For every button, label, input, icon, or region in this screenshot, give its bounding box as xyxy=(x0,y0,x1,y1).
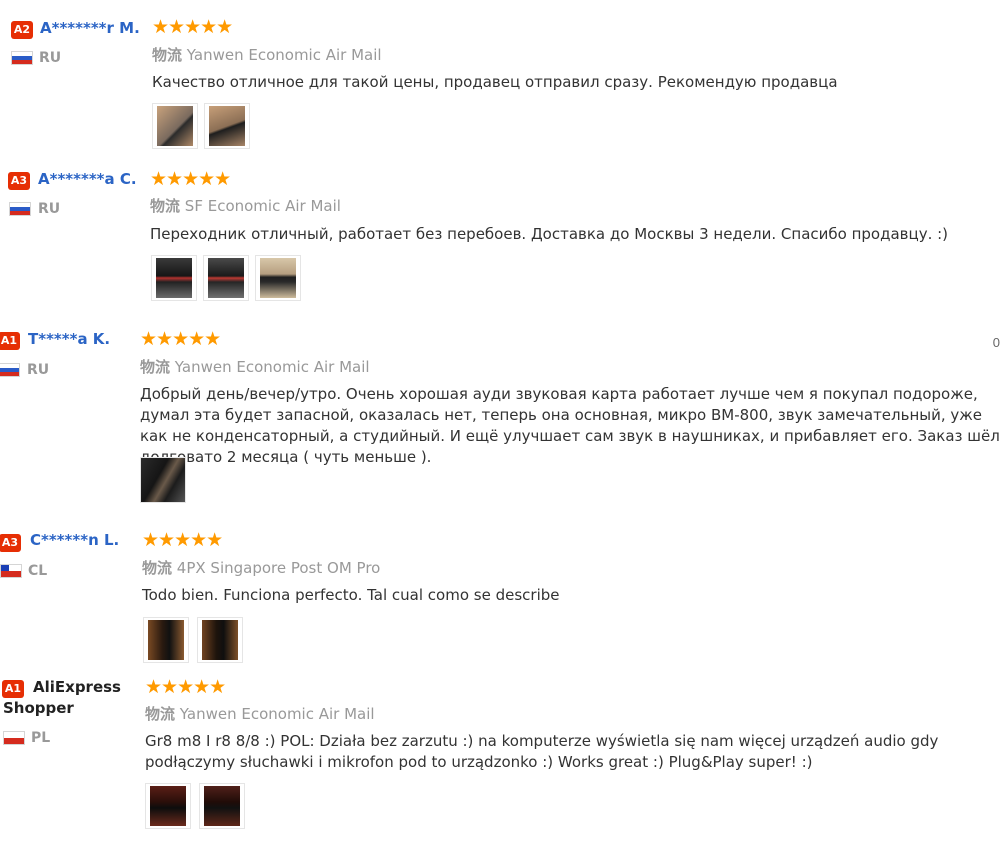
buyer-level-badge: A3 xyxy=(0,534,21,552)
star-rating: ★★★★★ xyxy=(150,169,231,190)
shipping-label: 物流 xyxy=(140,358,171,376)
review-photo-thumbnail[interactable] xyxy=(197,617,243,663)
reviewer-name[interactable]: T*****a K. xyxy=(28,330,110,348)
reviewer-country: RU xyxy=(38,201,61,217)
russia-flag-icon xyxy=(11,51,33,65)
review-photo-thumbnail[interactable] xyxy=(143,617,189,663)
reviewer-name[interactable]: C******n L. xyxy=(30,531,119,549)
review-photo-thumbnail[interactable] xyxy=(140,457,186,503)
review-meta-edge: 0 xyxy=(992,335,1000,350)
chile-flag-icon xyxy=(0,564,22,578)
star-rating: ★★★★★ xyxy=(142,530,223,551)
buyer-level-badge: A3 xyxy=(8,172,30,190)
poland-flag-icon xyxy=(3,731,25,745)
review-photo-thumbnail[interactable] xyxy=(145,783,191,829)
shipping-name: Yanwen Economic Air Mail xyxy=(179,705,375,723)
review-text: Todo bien. Funciona perfecto. Tal cual c… xyxy=(142,586,560,604)
shipping-label: 物流 xyxy=(150,197,181,215)
buyer-level-badge: A2 xyxy=(11,21,33,39)
review-photo-thumbnail[interactable] xyxy=(203,255,249,301)
shipping-method: 物流 Yanwen Economic Air Mail xyxy=(152,44,382,65)
shipping-label: 物流 xyxy=(145,705,176,723)
review-photos xyxy=(140,457,186,503)
shipping-name: 4PX Singapore Post OM Pro xyxy=(176,559,381,577)
review-photo-thumbnail[interactable] xyxy=(152,103,198,149)
russia-flag-icon xyxy=(0,363,20,377)
star-rating: ★★★★★ xyxy=(140,329,221,350)
reviewer-name[interactable]: AliExpress Shopper xyxy=(3,677,121,719)
review-photos xyxy=(143,617,243,663)
review-text: Gr8 m8 I r8 8/8 :) POL: Działa bez zarzu… xyxy=(145,732,939,771)
shipping-label: 物流 xyxy=(142,559,173,577)
review-text: Переходник отличный, работает без перебо… xyxy=(150,225,949,243)
reviewer-country: CL xyxy=(28,563,48,579)
star-rating: ★★★★★ xyxy=(145,677,226,698)
star-rating: ★★★★★ xyxy=(152,17,233,38)
shipping-method: 物流 Yanwen Economic Air Mail xyxy=(140,356,370,377)
review-photo-thumbnail[interactable] xyxy=(151,255,197,301)
review-photos xyxy=(152,103,250,149)
shipping-label: 物流 xyxy=(152,46,183,64)
shipping-method: 物流 SF Economic Air Mail xyxy=(150,195,341,216)
reviewer-country: PL xyxy=(31,730,51,746)
reviewer-country: RU xyxy=(39,50,62,66)
shipping-name: SF Economic Air Mail xyxy=(184,197,341,215)
review-photos xyxy=(145,783,245,829)
reviewer-country: RU xyxy=(27,362,50,378)
review-text: Качество отличное для такой цены, продав… xyxy=(152,73,838,91)
shipping-name: Yanwen Economic Air Mail xyxy=(186,46,382,64)
reviewer-name[interactable]: A*******a C. xyxy=(38,170,137,188)
reviewer-name[interactable]: A*******r M. xyxy=(40,19,140,37)
shipping-method: 物流 Yanwen Economic Air Mail xyxy=(145,703,375,724)
review-text: Добрый день/вечер/утро. Очень хорошая ау… xyxy=(140,385,1000,466)
review-photo-thumbnail[interactable] xyxy=(255,255,301,301)
review-photo-thumbnail[interactable] xyxy=(204,103,250,149)
review-photo-thumbnail[interactable] xyxy=(199,783,245,829)
russia-flag-icon xyxy=(9,202,31,216)
shipping-method: 物流 4PX Singapore Post OM Pro xyxy=(142,557,380,578)
buyer-level-badge: A1 xyxy=(0,332,20,350)
shipping-name: Yanwen Economic Air Mail xyxy=(174,358,370,376)
review-photos xyxy=(151,255,301,301)
